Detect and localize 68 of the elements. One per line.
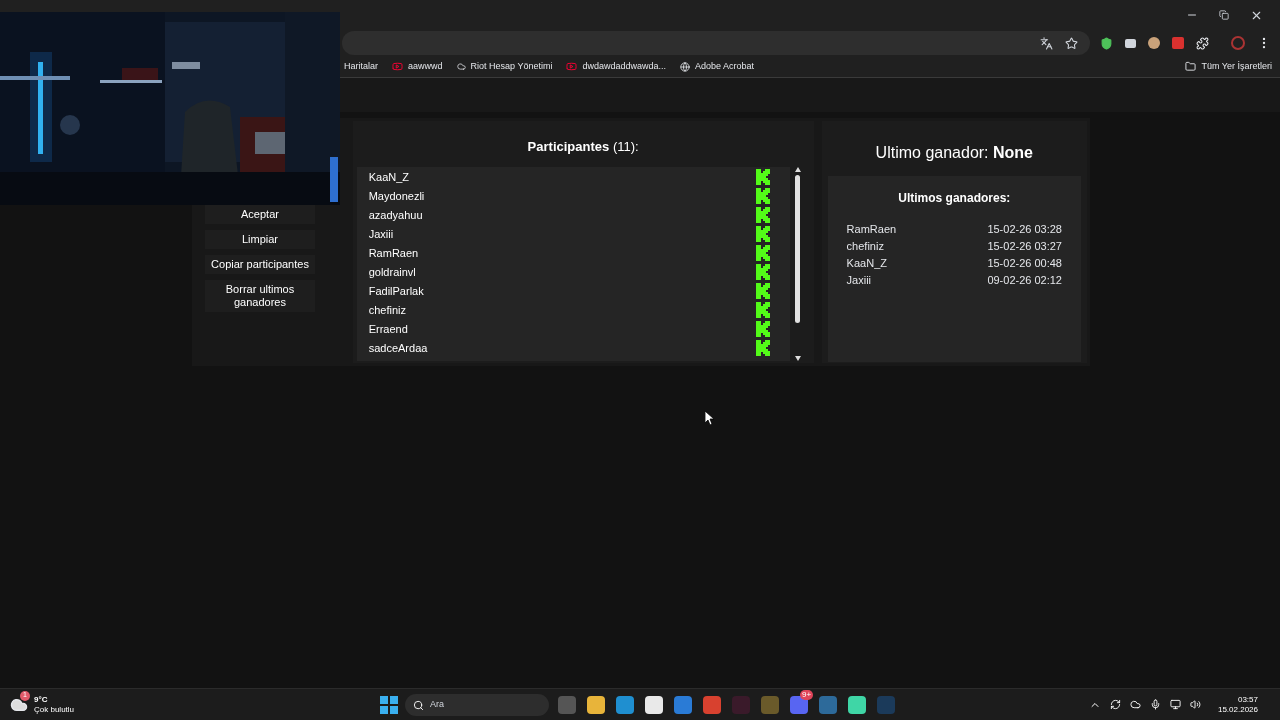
weather-text: Çok bulutlu xyxy=(34,704,75,715)
action-button[interactable]: Copiar participantes xyxy=(205,255,315,274)
cloud-icon xyxy=(1129,699,1141,710)
app-icon[interactable] xyxy=(846,694,868,716)
bookmark-icon xyxy=(456,62,466,71)
bookmark-link[interactable]: aawwwd xyxy=(392,59,443,74)
winner-name: KaaN_Z xyxy=(846,256,887,271)
video-icon xyxy=(566,61,578,72)
clock-date: 15.02.2026 xyxy=(1217,704,1258,715)
start-icon[interactable] xyxy=(380,696,398,714)
kick-logo-icon xyxy=(755,169,770,185)
winners-heading: Ultimos ganadores: xyxy=(898,190,1011,207)
participant-name: goldrainvl xyxy=(368,264,416,280)
search-field[interactable]: Ara xyxy=(405,694,549,716)
kick-logo-icon xyxy=(755,207,770,223)
kick-logo-icon xyxy=(755,321,770,337)
kick-logo-icon xyxy=(755,245,770,261)
scroll-down-icon xyxy=(794,355,801,361)
action-button[interactable]: Limpiar xyxy=(205,230,315,249)
mouse-cursor-icon xyxy=(705,411,714,425)
notification-badge: 9+ xyxy=(800,690,814,700)
kick-logo-icon xyxy=(755,264,770,280)
bookmark-link[interactable]: dwdawdaddwawda... xyxy=(566,59,666,74)
action-button[interactable]: Borrar ultimos ganadores xyxy=(205,280,315,312)
winner-name: chefiniz xyxy=(846,239,884,254)
participant-name: azadyahuu xyxy=(368,207,423,223)
microphone-icon xyxy=(1149,699,1161,710)
winner-name: RamRaen xyxy=(846,222,897,237)
kick-logo-icon xyxy=(755,340,770,356)
translate-icon xyxy=(1040,36,1053,50)
kick-logo-icon xyxy=(755,283,770,299)
winner-time: 15-02-26 00:48 xyxy=(987,256,1062,271)
participant-name: Jaxiii xyxy=(368,226,394,242)
search-icon xyxy=(413,699,424,711)
bookmark-link[interactable]: Adobe Acrobat xyxy=(679,59,754,74)
last-winner-label: Ultimo ganador: None xyxy=(875,143,1033,163)
sync-icon xyxy=(1109,699,1121,710)
bookmark-link[interactable]: Riot Hesap Yönetimi xyxy=(456,59,553,74)
globe-icon xyxy=(679,61,690,72)
participant-name: RamRaen xyxy=(368,245,419,261)
chat-icon[interactable] xyxy=(788,694,810,716)
participant-name: FadilParlak xyxy=(368,283,424,299)
participant-name: Erraend xyxy=(368,321,408,337)
video-icon xyxy=(392,61,403,72)
participants-heading: Participantes (11): xyxy=(527,138,639,156)
winner-time: 15-02-26 03:28 xyxy=(987,222,1062,237)
participant-name: Maydonezli xyxy=(368,188,425,204)
clock-time: 03:57 xyxy=(1237,694,1258,705)
participant-name: KaaN_Z xyxy=(368,169,410,185)
scroll-up-icon xyxy=(794,166,801,172)
kick-logo-icon xyxy=(755,226,770,242)
all-bookmarks-link[interactable]: Tüm Yer İşaretleri xyxy=(1185,59,1272,74)
kick-logo-icon xyxy=(755,188,770,204)
kick-logo-icon xyxy=(755,302,770,318)
winner-name: Jaxiii xyxy=(846,273,872,288)
shield-icon xyxy=(1100,36,1113,50)
winner-time: 09-02-26 02:12 xyxy=(987,273,1062,288)
restore-icon xyxy=(1219,10,1229,20)
bookmark-star-icon xyxy=(1065,36,1078,50)
action-button[interactable]: Aceptar xyxy=(205,205,315,224)
temperature-text: 9°C xyxy=(34,694,49,705)
extensions-icon xyxy=(1196,36,1209,50)
volume-icon xyxy=(1189,699,1201,710)
bookmark-link[interactable]: Haritalar xyxy=(344,59,378,74)
winner-time: 15-02-26 03:27 xyxy=(987,239,1062,254)
participant-name: sadceArdaa xyxy=(368,340,428,356)
participant-name: chefiniz xyxy=(368,302,406,318)
network-icon xyxy=(1169,699,1181,710)
